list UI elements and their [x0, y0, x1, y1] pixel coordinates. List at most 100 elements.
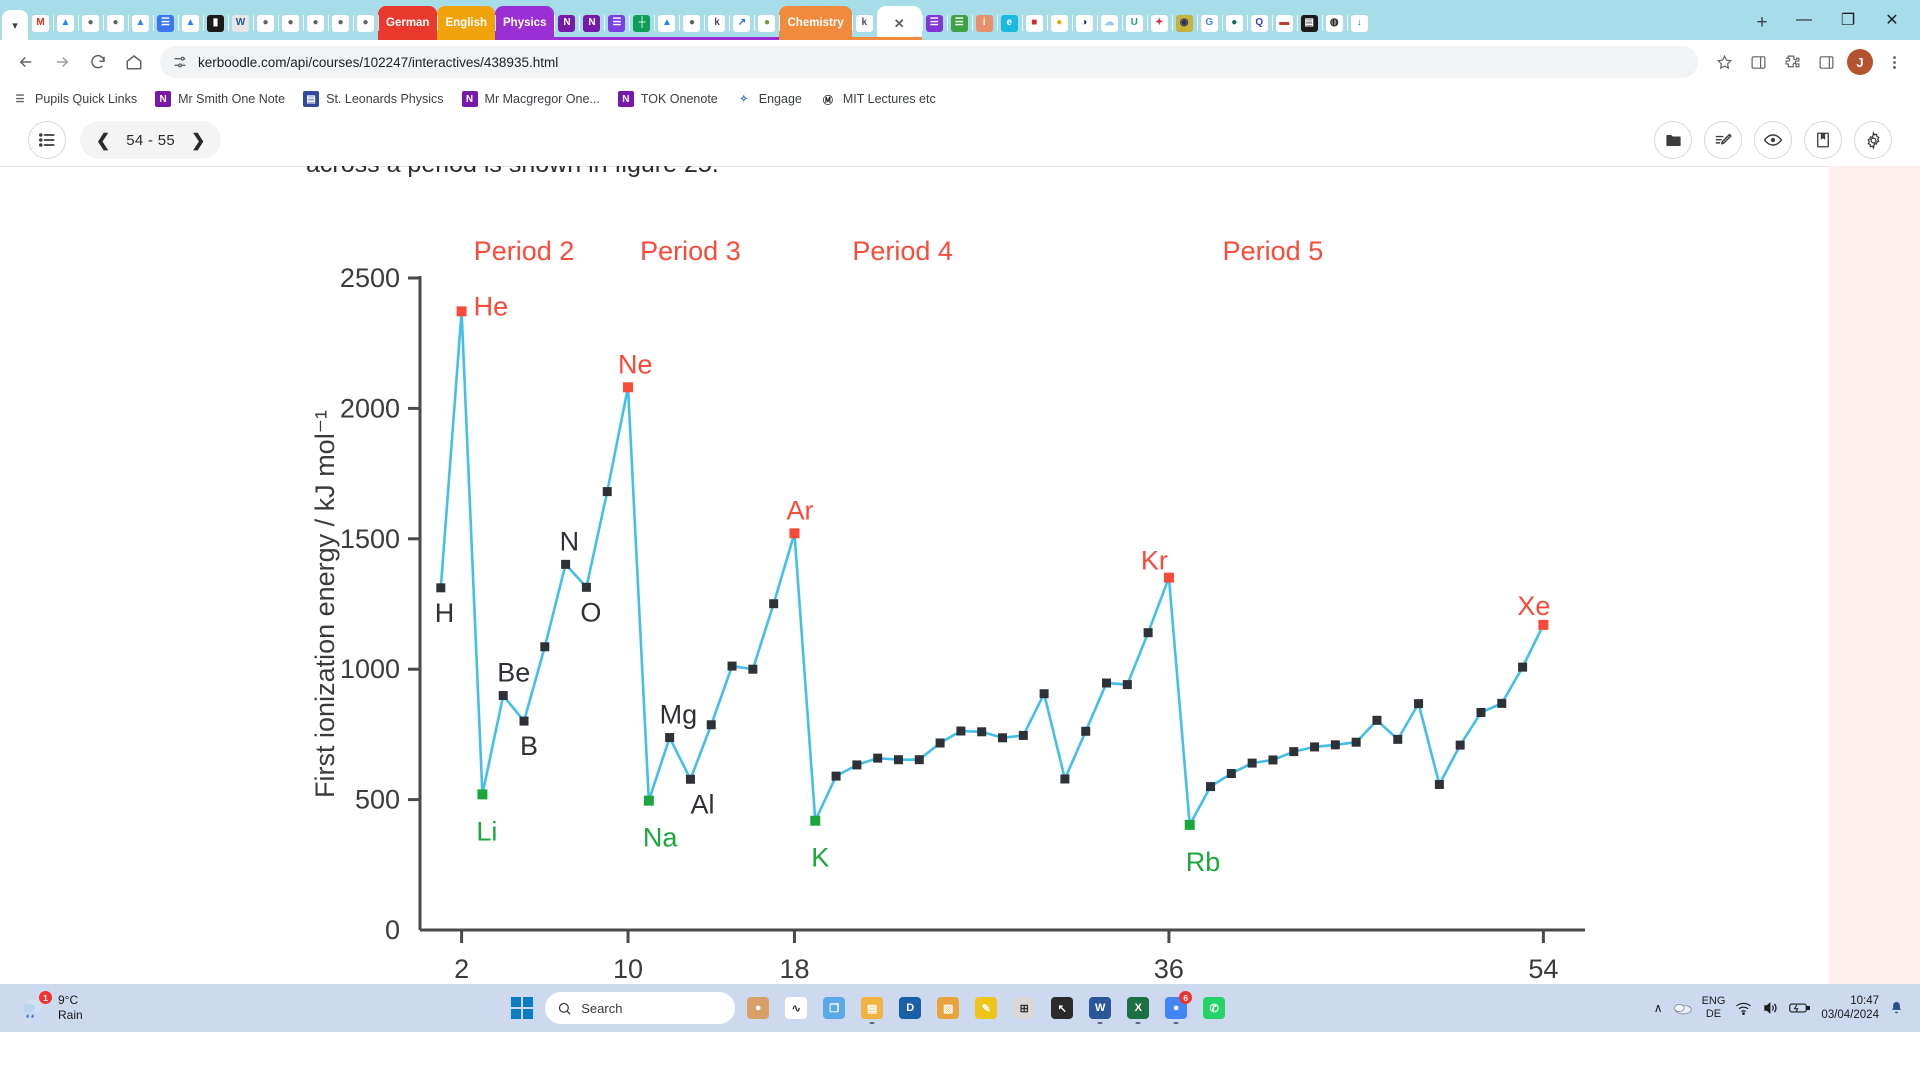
tab-lamp-app[interactable]: ●: [1046, 6, 1072, 40]
chrome-taskbar[interactable]: ● 6: [1159, 991, 1193, 1025]
tab-earth-5[interactable]: ●: [303, 6, 328, 40]
new-tab-button[interactable]: +: [1748, 9, 1776, 37]
tab-contrast-app[interactable]: ◑: [1071, 6, 1097, 40]
tab-search-chevron-icon[interactable]: ▾: [2, 10, 28, 40]
tab-drive[interactable]: ▲: [53, 6, 78, 40]
tab-edb-app[interactable]: e: [996, 6, 1022, 40]
tab-kerboodle-1[interactable]: k: [704, 6, 729, 40]
annotate-button[interactable]: [1704, 121, 1742, 159]
onedrive-icon[interactable]: [1673, 1001, 1692, 1015]
calc-taskbar[interactable]: ⊞: [1007, 991, 1041, 1025]
tab-earth-3[interactable]: ●: [253, 6, 278, 40]
home-icon[interactable]: [118, 46, 150, 78]
tray-expand-chevron-icon[interactable]: ∧: [1654, 1001, 1663, 1015]
tab-earth-2[interactable]: ●: [103, 6, 128, 40]
tab-earth-6[interactable]: ●: [328, 6, 353, 40]
avatar[interactable]: J: [1844, 46, 1876, 78]
word-taskbar[interactable]: W: [1083, 991, 1117, 1025]
tab-graph-app[interactable]: ↗: [729, 6, 754, 40]
tab-english-group[interactable]: English: [437, 6, 495, 40]
tab-bank-app[interactable]: ▤: [1296, 6, 1322, 40]
cursor-taskbar[interactable]: ↖: [1045, 991, 1079, 1025]
tab-google-app[interactable]: G: [1196, 6, 1222, 40]
settings-button[interactable]: [1854, 121, 1892, 159]
bookmark-star-icon[interactable]: [1708, 46, 1740, 78]
tab-onenote-1[interactable]: N: [554, 6, 579, 40]
tab-drive-2[interactable]: ▲: [128, 6, 153, 40]
contents-list-icon[interactable]: [28, 121, 66, 159]
tab-drive-3[interactable]: ▲: [178, 6, 203, 40]
tab-kerboodle-2[interactable]: k: [851, 6, 877, 40]
bookmark-item[interactable]: Ⓜ MIT Lectures etc: [819, 91, 936, 107]
three-dot-menu-icon[interactable]: [1878, 46, 1910, 78]
tab-earth-7[interactable]: ●: [353, 6, 378, 40]
tab-acorn-app[interactable]: ●: [754, 6, 779, 40]
site-settings-icon[interactable]: [172, 54, 188, 70]
taskview-taskbar[interactable]: ❐: [817, 991, 851, 1025]
tab-physics-group[interactable]: Physics: [495, 6, 555, 40]
bookmark-button[interactable]: [1804, 121, 1842, 159]
tab-docs[interactable]: ☰: [153, 6, 178, 40]
tab-sheets[interactable]: ┼: [629, 6, 654, 40]
tab-contact-purple[interactable]: ☰: [921, 6, 947, 40]
tab-active-tab[interactable]: ✕: [876, 6, 922, 40]
people-taskbar[interactable]: ●: [741, 991, 775, 1025]
bookmark-item[interactable]: N Mr Smith One Note: [155, 91, 285, 107]
reload-icon[interactable]: [82, 46, 114, 78]
extensions-puzzle-icon[interactable]: [1776, 46, 1808, 78]
tab-car-app[interactable]: ●: [1221, 6, 1247, 40]
address-bar[interactable]: kerboodle.com/api/courses/102247/interac…: [160, 46, 1698, 78]
bookmark-item[interactable]: N Mr Macgregor One...: [461, 91, 600, 107]
windows-start-icon[interactable]: [505, 991, 539, 1025]
view-button[interactable]: [1754, 121, 1792, 159]
close-window-button[interactable]: ✕: [1870, 3, 1914, 37]
tab-gmail[interactable]: M: [28, 6, 53, 40]
tab-drive-4[interactable]: ▲: [654, 6, 679, 40]
tab-list-app[interactable]: ☰: [604, 6, 629, 40]
taskbar-weather-widget[interactable]: 1 9°C Rain: [10, 991, 83, 1023]
prev-page-button[interactable]: ❮: [96, 132, 110, 149]
excel-taskbar[interactable]: X: [1121, 991, 1155, 1025]
language-indicator[interactable]: ENG DE: [1702, 995, 1726, 1020]
tab-quora-app[interactable]: Q: [1246, 6, 1272, 40]
bookmark-item[interactable]: N TOK Onenote: [617, 91, 718, 107]
tab-stamp-app[interactable]: ▬: [1271, 6, 1297, 40]
forward-arrow-icon[interactable]: [46, 46, 78, 78]
tab-black-app[interactable]: ▮: [203, 6, 228, 40]
speaker-icon[interactable]: [1762, 1001, 1779, 1015]
copilot-taskbar[interactable]: ∿: [779, 991, 813, 1025]
tab-u-app[interactable]: U: [1121, 6, 1147, 40]
url-text[interactable]: kerboodle.com/api/courses/102247/interac…: [198, 55, 558, 70]
explorer-taskbar[interactable]: ▤: [855, 991, 889, 1025]
wifi-icon[interactable]: [1735, 1001, 1752, 1015]
store-taskbar[interactable]: ▧: [931, 991, 965, 1025]
minimize-button[interactable]: —: [1782, 3, 1826, 37]
tab-person-app[interactable]: i: [971, 6, 997, 40]
maximize-button[interactable]: ❐: [1826, 3, 1870, 37]
tab-german-group[interactable]: German: [378, 6, 438, 40]
tab-earth-4[interactable]: ●: [278, 6, 303, 40]
bookmark-item[interactable]: ▤ St. Leonards Physics: [303, 91, 444, 107]
back-arrow-icon[interactable]: [10, 46, 42, 78]
dell-taskbar[interactable]: D: [893, 991, 927, 1025]
tab-word-doc[interactable]: W: [228, 6, 253, 40]
tab-chemistry-group[interactable]: Chemistry: [779, 6, 852, 40]
next-page-button[interactable]: ❯: [191, 132, 205, 149]
tab-red-block-app[interactable]: ■: [1021, 6, 1047, 40]
tab-scribble-app[interactable]: ✦: [1146, 6, 1172, 40]
search-input[interactable]: Search: [545, 992, 736, 1024]
tab-onenote-2[interactable]: N: [579, 6, 604, 40]
tab-cloud-app[interactable]: ☁: [1096, 6, 1122, 40]
bookmark-item[interactable]: ✧ Engage: [735, 91, 802, 107]
whatsapp-taskbar[interactable]: ✆: [1197, 991, 1231, 1025]
tab-earth-8[interactable]: ●: [679, 6, 704, 40]
clock[interactable]: 10:47 03/04/2024: [1821, 994, 1879, 1023]
tab-download-app[interactable]: ↓: [1346, 6, 1372, 40]
notes-taskbar[interactable]: ✎: [969, 991, 1003, 1025]
profile-initial[interactable]: J: [1847, 49, 1873, 75]
bookmark-item[interactable]: ☰ Pupils Quick Links: [12, 91, 137, 107]
side-panel-icon[interactable]: [1810, 46, 1842, 78]
battery-icon[interactable]: [1789, 1001, 1811, 1015]
folder-button[interactable]: [1654, 121, 1692, 159]
tab-earth-1[interactable]: ●: [78, 6, 103, 40]
